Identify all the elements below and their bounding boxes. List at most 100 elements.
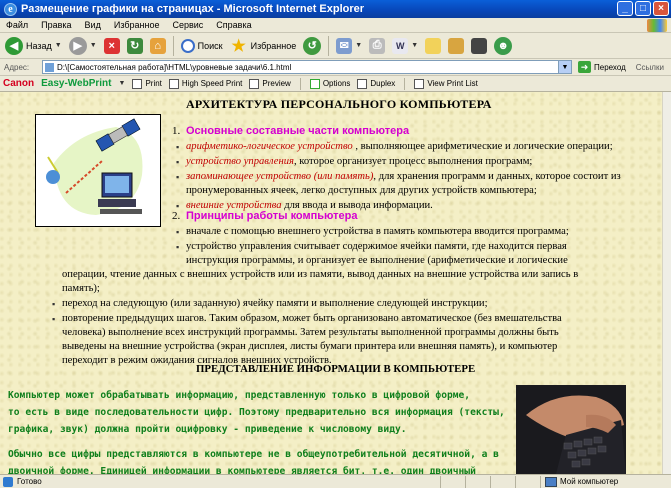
windows-logo-icon (647, 19, 667, 32)
duplex-button[interactable]: Duplex (357, 78, 395, 89)
page-content: АРХИТЕКТУРА ПЕРСОНАЛЬНОГО КОМПЬЮТЕРА 1. … (0, 92, 662, 474)
status-bar: Готово Мой компьютер (0, 474, 671, 488)
paragraph-line: Компьютер может обрабатывать информацию,… (8, 390, 471, 401)
list-icon (414, 78, 425, 89)
address-value: D:\[Самостоятельная работа]\HTML\уровнев… (57, 62, 292, 72)
media-button[interactable] (469, 35, 489, 57)
film-icon (471, 37, 488, 54)
term: запоминающее устройство (или память) (186, 171, 374, 182)
menu-favorites[interactable]: Избранное (114, 20, 160, 30)
address-label: Адрес: (4, 62, 30, 72)
back-button[interactable]: ◀ Назад ▼ (3, 35, 64, 57)
favorites-button[interactable]: ★ Избранное (228, 35, 299, 57)
window-controls: _ □ × (617, 1, 669, 16)
list-item: запоминающее устройство (или память), дл… (176, 170, 621, 185)
preview-icon (249, 78, 260, 89)
menu-help[interactable]: Справка (216, 20, 251, 30)
refresh-button[interactable]: ↻ (125, 35, 145, 57)
item-text-continued: операции, чтение данных с внешних устрой… (62, 269, 579, 280)
research-button[interactable] (446, 35, 466, 57)
home-button[interactable]: ⌂ (148, 35, 168, 57)
toolbar-divider (299, 77, 301, 90)
menu-edit[interactable]: Правка (41, 20, 71, 30)
item-text-continued: человека) выполнение всех инструкций про… (62, 327, 559, 338)
view-print-list-label: View Print List (427, 79, 478, 88)
section-heading: Основные составные части компьютера (186, 125, 410, 137)
minimize-button[interactable]: _ (617, 1, 633, 16)
menu-file[interactable]: Файл (6, 20, 28, 30)
paragraph-line: Обычно все цифры представляются в компью… (8, 449, 499, 460)
menu-view[interactable]: Вид (85, 20, 101, 30)
go-label: Переход (594, 62, 626, 72)
zone-label: Мой компьютер (560, 477, 619, 486)
list-item: устройство управления, которое организуе… (176, 155, 533, 170)
paragraph-line: графика, звук) должна пройти оцифровку -… (8, 424, 407, 435)
stop-icon: × (103, 37, 120, 54)
star-icon: ★ (231, 37, 246, 55)
list-item: устройство управления считывает содержим… (176, 240, 567, 255)
easy-webprint-menu[interactable]: Easy-WebPrint (41, 78, 111, 89)
edit-button[interactable]: W ▼ (390, 35, 420, 57)
list-item: повторение предыдущих шагов. Таким образ… (52, 312, 562, 327)
mail-button[interactable]: ✉ ▼ (334, 35, 364, 57)
page-icon (45, 62, 54, 72)
go-button[interactable]: ➜ Переход (578, 61, 626, 73)
address-input[interactable]: D:\[Самостоятельная работа]\HTML\уровнев… (42, 60, 572, 74)
chevron-down-icon: ▼ (411, 42, 419, 49)
item-text-continued: память); (62, 283, 100, 294)
menu-tools[interactable]: Сервис (172, 20, 203, 30)
note-icon (425, 37, 442, 54)
options-button[interactable]: Options (309, 78, 351, 89)
canon-print-label: Print (145, 79, 162, 88)
toolbar-divider (404, 77, 406, 90)
list-item: переход на следующую (или заданную) ячей… (52, 297, 488, 312)
search-button[interactable]: Поиск (179, 35, 225, 57)
home-icon: ⌂ (149, 37, 166, 54)
options-label: Options (322, 79, 351, 88)
satellite-computer-image (36, 115, 160, 226)
close-button[interactable]: × (653, 1, 669, 16)
section-heading: Принципы работы компьютера (186, 210, 358, 222)
messenger-icon: ☻ (494, 36, 513, 55)
my-computer-icon (545, 476, 557, 487)
term: арифметико-логическое устройство (186, 141, 353, 152)
term: устройство управления (186, 156, 294, 167)
go-arrow-icon: ➜ (578, 61, 591, 73)
keyboard-hands-image (516, 385, 626, 474)
messenger-button[interactable]: ☻ (492, 35, 514, 57)
refresh-icon: ↻ (126, 37, 143, 54)
links-button[interactable]: Ссылки (636, 63, 664, 72)
back-arrow-icon: ◀ (5, 36, 23, 55)
toolbar-divider (172, 35, 174, 56)
print-button[interactable]: ⎙ (367, 35, 387, 57)
vertical-scrollbar[interactable] (662, 92, 671, 474)
preview-label: Preview (262, 79, 291, 88)
list-number: 1. (172, 125, 181, 137)
chevron-down-icon: ▼ (118, 80, 126, 87)
discuss-button[interactable] (423, 35, 443, 57)
history-button[interactable]: ↺ (301, 35, 323, 57)
address-dropdown[interactable]: ▼ (558, 61, 571, 73)
title-bar: e Размещение графики на страницах - Micr… (0, 0, 671, 18)
item-text: , которое организует процесс выполнения … (293, 156, 533, 167)
item-text-continued: инструкция программы, и организует ее вы… (186, 255, 568, 266)
canon-print-button[interactable]: Print (132, 78, 162, 89)
forward-button[interactable]: ▶ ▼ (67, 35, 99, 57)
standard-toolbar: ◀ Назад ▼ ▶ ▼ × ↻ ⌂ Поиск ★ Избранное ↺ … (0, 33, 671, 59)
search-icon (180, 38, 195, 53)
view-print-list-button[interactable]: View Print List (414, 78, 478, 89)
high-speed-print-button[interactable]: High Speed Print (168, 78, 243, 89)
printer-icon (132, 78, 143, 89)
ie-logo-icon: e (4, 2, 17, 16)
preview-button[interactable]: Preview (249, 78, 291, 89)
word-icon: W (392, 37, 409, 54)
high-speed-label: High Speed Print (181, 79, 243, 88)
paragraph-line: двоичной форме. Единицей информации в ко… (8, 466, 476, 474)
keyboard-hands-photo (516, 385, 626, 474)
stop-button[interactable]: × (102, 35, 122, 57)
list-number: 2. (172, 210, 181, 222)
list-item: арифметико-логическое устройство , выпол… (176, 140, 613, 155)
maximize-button[interactable]: □ (635, 1, 651, 16)
canon-logo: Canon (3, 78, 35, 89)
item-text: , выполняющее арифметические и логически… (352, 141, 613, 152)
